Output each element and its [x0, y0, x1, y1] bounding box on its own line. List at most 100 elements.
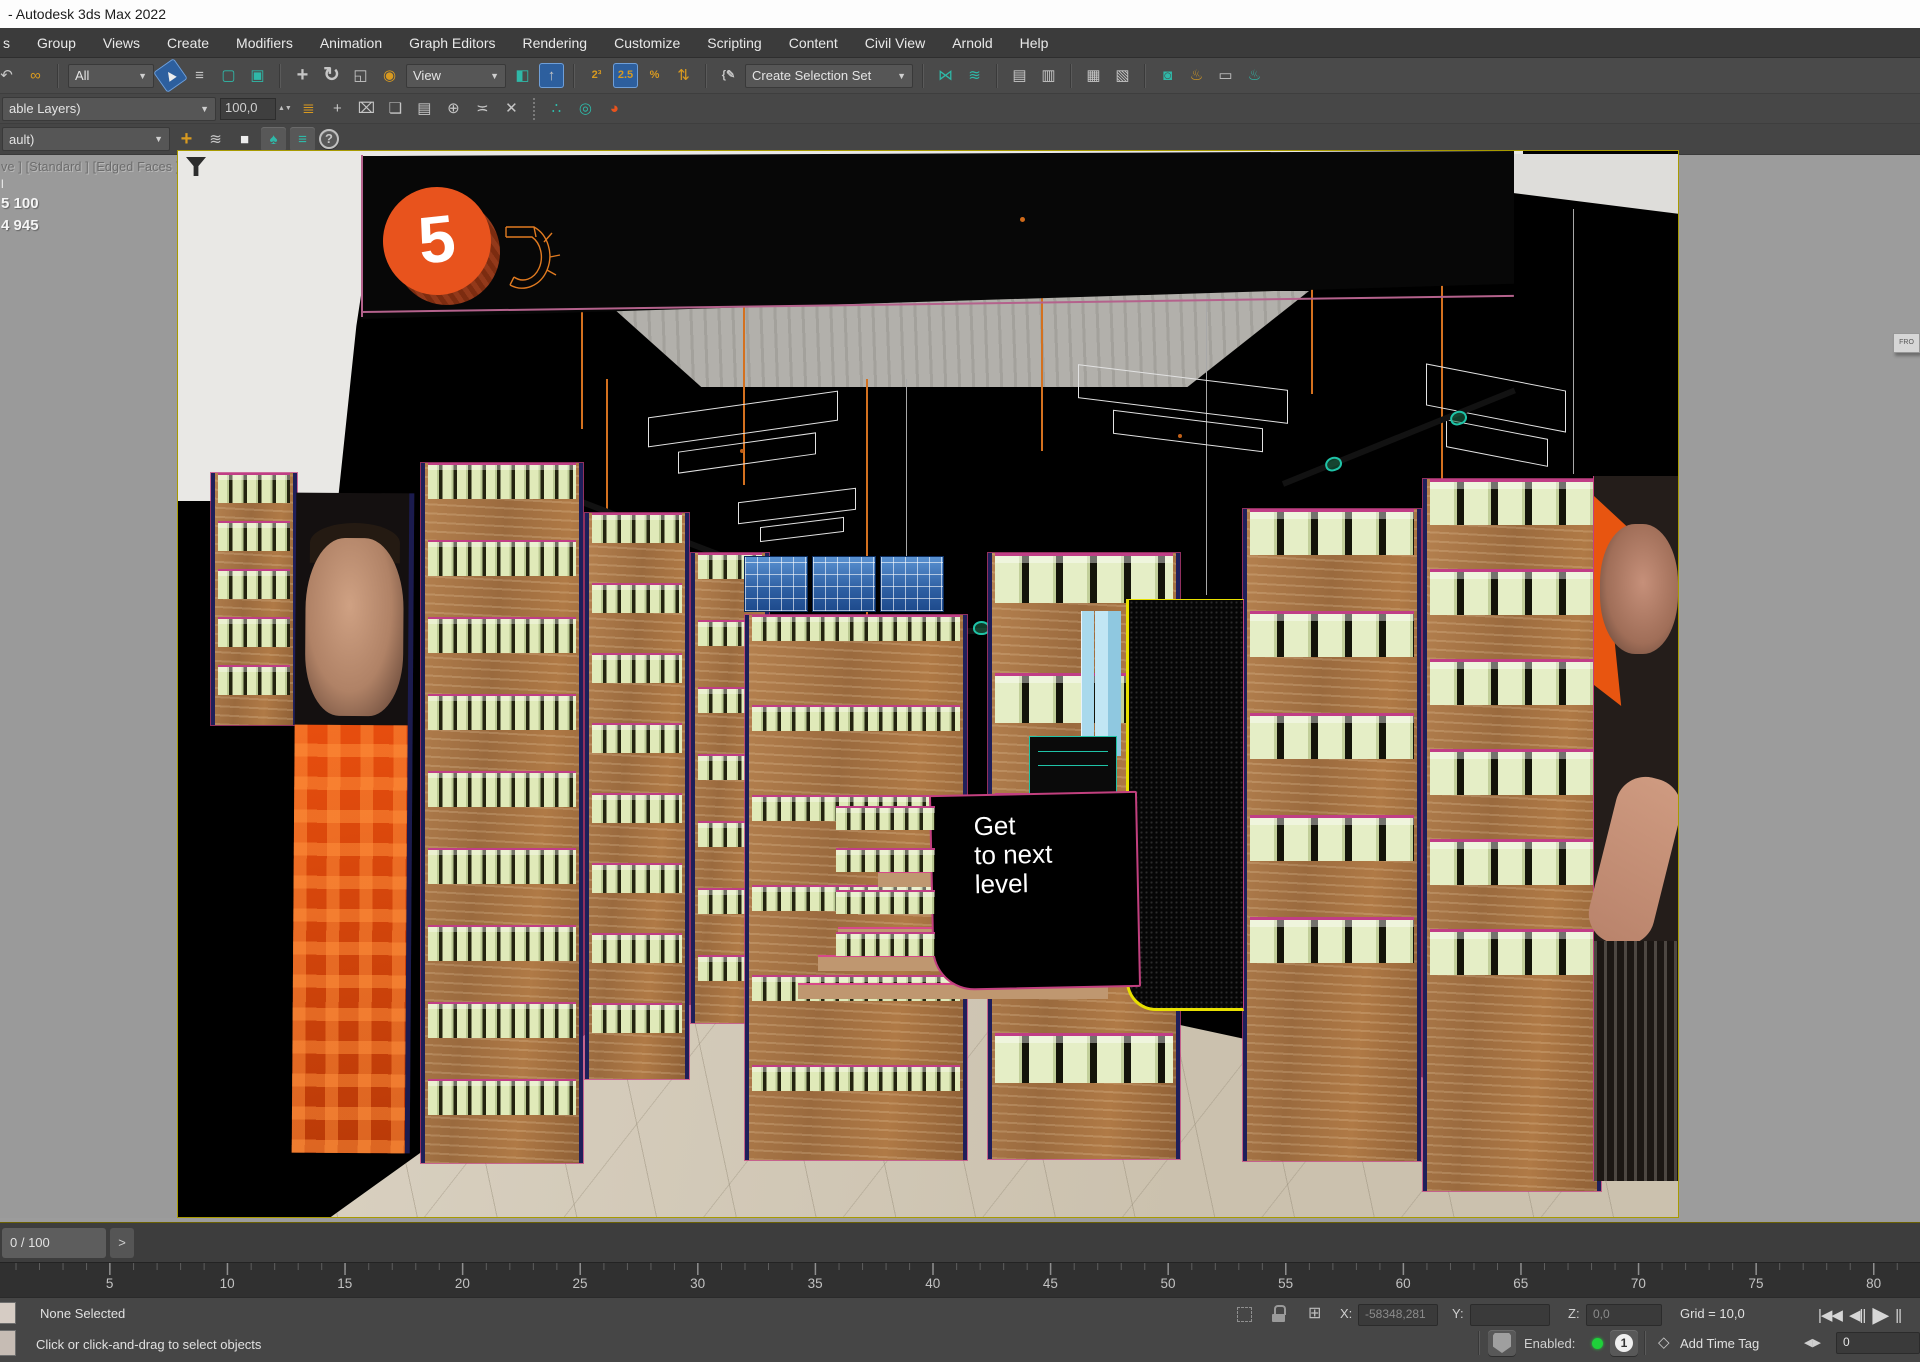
window-crossing-icon[interactable]: ▣ — [245, 63, 270, 88]
manage-layers-icon[interactable]: ≣ — [296, 96, 321, 121]
add-time-tag[interactable]: Add Time Tag — [1680, 1336, 1759, 1351]
ruler-label: 75 — [1748, 1276, 1763, 1291]
selection-region-icon[interactable] — [1237, 1307, 1252, 1322]
shelf-unit — [211, 473, 297, 725]
time-slider[interactable]: 0 / 100 — [2, 1228, 106, 1258]
delete-layer-icon[interactable]: ⌧ — [354, 96, 379, 121]
select-and-move-icon[interactable]: + — [290, 63, 315, 88]
add-icon[interactable]: + — [174, 127, 199, 152]
mirror-icon[interactable]: ⋈ — [933, 63, 958, 88]
layer-list-dropdown[interactable]: able Layers)▼ — [2, 97, 216, 121]
security-shield-button[interactable] — [1488, 1330, 1516, 1356]
curve-editor-icon[interactable]: ▦ — [1081, 63, 1106, 88]
select-object-icon[interactable]: ▲ — [153, 58, 188, 93]
use-pivot-point-center-icon[interactable]: ◧ — [510, 63, 535, 88]
select-and-scale-icon[interactable]: ◱ — [348, 63, 373, 88]
rendered-frame-window-icon[interactable]: ▭ — [1213, 63, 1238, 88]
product-box — [745, 557, 807, 611]
create-layer-icon[interactable]: + — [325, 96, 350, 121]
bottle-row — [592, 513, 682, 543]
light-dot — [1178, 434, 1182, 438]
x-coordinate-field[interactable]: -58348,281 — [1358, 1304, 1438, 1326]
spinner-snap-icon[interactable]: ⇅ — [671, 63, 696, 88]
menu-item-customize[interactable]: Customize — [614, 35, 680, 51]
ceiling-light — [760, 517, 844, 542]
align-icon[interactable]: ≋ — [962, 63, 987, 88]
material-editor-icon[interactable]: ◙ — [1155, 63, 1180, 88]
go-to-start-button[interactable]: |◀◀ — [1818, 1306, 1842, 1324]
bottle-row — [428, 925, 576, 961]
select-and-place-icon[interactable]: ◉ — [377, 63, 402, 88]
key-filters-button[interactable]: 1 — [1610, 1330, 1638, 1356]
next-frame-button[interactable]: || — [1895, 1307, 1901, 1324]
viewport-canvas[interactable]: 5 — [177, 150, 1679, 1218]
menu-item-content[interactable]: Content — [789, 35, 838, 51]
report-list-icon[interactable]: ≡ — [290, 127, 315, 152]
select-and-manipulate-icon[interactable]: ↑ — [539, 63, 564, 88]
menu-item-views[interactable]: Views — [103, 35, 140, 51]
menu-item-rendering[interactable]: Rendering — [522, 35, 587, 51]
toolbar-separator — [996, 64, 998, 88]
cut-off-icon[interactable] — [0, 1302, 16, 1324]
menu-item-civil-view[interactable]: Civil View — [865, 35, 925, 51]
help-icon[interactable]: ? — [319, 129, 339, 149]
menu-item-help[interactable]: Help — [1020, 35, 1049, 51]
menu-item-s[interactable]: s — [3, 35, 10, 51]
preset-dropdown[interactable]: ault)▼ — [2, 127, 170, 151]
z-coordinate-field[interactable]: 0,0 — [1586, 1304, 1662, 1326]
x-label: X: — [1340, 1306, 1352, 1321]
display-toggle-icon[interactable]: ◕ — [602, 96, 627, 121]
edit-named-selection-sets-icon[interactable]: {✎ — [716, 63, 741, 88]
timeline-ruler[interactable]: 5101520253035404550556065707580 — [0, 1262, 1920, 1297]
selection-lock-icon[interactable] — [1272, 1305, 1285, 1322]
menu-item-arnold[interactable]: Arnold — [952, 35, 992, 51]
selection-filter-dropdown[interactable]: All▼ — [68, 64, 154, 88]
vegetation-icon[interactable]: ♠ — [261, 127, 286, 152]
menu-item-group[interactable]: Group — [37, 35, 76, 51]
menu-item-scripting[interactable]: Scripting — [707, 35, 761, 51]
current-frame-field[interactable]: 0 — [1836, 1332, 1920, 1354]
angle-snap-icon[interactable]: % — [642, 63, 667, 88]
align-pivot-icon[interactable]: ∴ — [544, 96, 569, 121]
layer-explorer-icon[interactable]: ▥ — [1036, 63, 1061, 88]
cut-off-icon[interactable] — [0, 1330, 16, 1356]
rectangular-selection-region-icon[interactable]: ▢ — [216, 63, 241, 88]
viewport-label[interactable]: ve ] [Standard ] [Edged Faces ] — [1, 160, 177, 174]
menu-item-animation[interactable]: Animation — [320, 35, 382, 51]
frame-step-arrows[interactable]: ◀▶ — [1804, 1336, 1821, 1349]
previous-frame-button[interactable]: ◀|| — [1849, 1306, 1865, 1324]
remove-from-layer-icon[interactable]: ✕ — [499, 96, 524, 121]
named-selection-sets-dropdown[interactable]: Create Selection Set▼ — [745, 64, 913, 88]
wire — [1573, 209, 1574, 474]
scene-explorer-icon[interactable]: ▤ — [1007, 63, 1032, 88]
render-production-icon[interactable]: ♨ — [1242, 63, 1267, 88]
y-coordinate-field[interactable] — [1470, 1304, 1550, 1326]
layer-spinner[interactable]: 100,0▲▼ — [220, 98, 292, 120]
absolute-mode-icon[interactable]: ⊞ — [1308, 1303, 1321, 1323]
next-key-button[interactable]: > — [110, 1228, 134, 1258]
select-and-rotate-icon[interactable]: ↻ — [319, 63, 344, 88]
poster-shirt — [292, 725, 408, 1154]
add-to-layer-icon[interactable]: ❏ — [383, 96, 408, 121]
viewport-secondary[interactable]: ve ] [Standard ] [Edged Faces ] l 5 100 … — [0, 155, 177, 1218]
menu-item-create[interactable]: Create — [167, 35, 209, 51]
isolate-selection-icon[interactable]: ◎ — [573, 96, 598, 121]
blank-swatch-icon[interactable]: ■ — [232, 127, 257, 152]
merge-layers-icon[interactable]: ≍ — [470, 96, 495, 121]
render-setup-icon[interactable]: ♨ — [1184, 63, 1209, 88]
schematic-view-icon[interactable]: ▧ — [1110, 63, 1135, 88]
undo-icon[interactable]: ↶ — [0, 63, 19, 88]
set-current-layer-icon[interactable]: ⊕ — [441, 96, 466, 121]
snaps-toggle-25d-icon[interactable]: 2.5 — [613, 63, 638, 88]
bottle-row — [752, 1065, 960, 1091]
reference-coordinate-dropdown[interactable]: View▼ — [406, 64, 506, 88]
layer-stack-icon[interactable]: ≋ — [203, 127, 228, 152]
menu-item-modifiers[interactable]: Modifiers — [236, 35, 293, 51]
play-button[interactable]: ▶ — [1872, 1302, 1888, 1328]
bottle-row — [218, 521, 290, 551]
menu-item-graph-editors[interactable]: Graph Editors — [409, 35, 495, 51]
snaps-toggle-3d-icon[interactable]: 2³ — [584, 63, 609, 88]
select-by-name-icon[interactable]: ≡ — [187, 63, 212, 88]
select-and-link-icon[interactable]: ∞ — [23, 63, 48, 88]
select-layer-objects-icon[interactable]: ▤ — [412, 96, 437, 121]
